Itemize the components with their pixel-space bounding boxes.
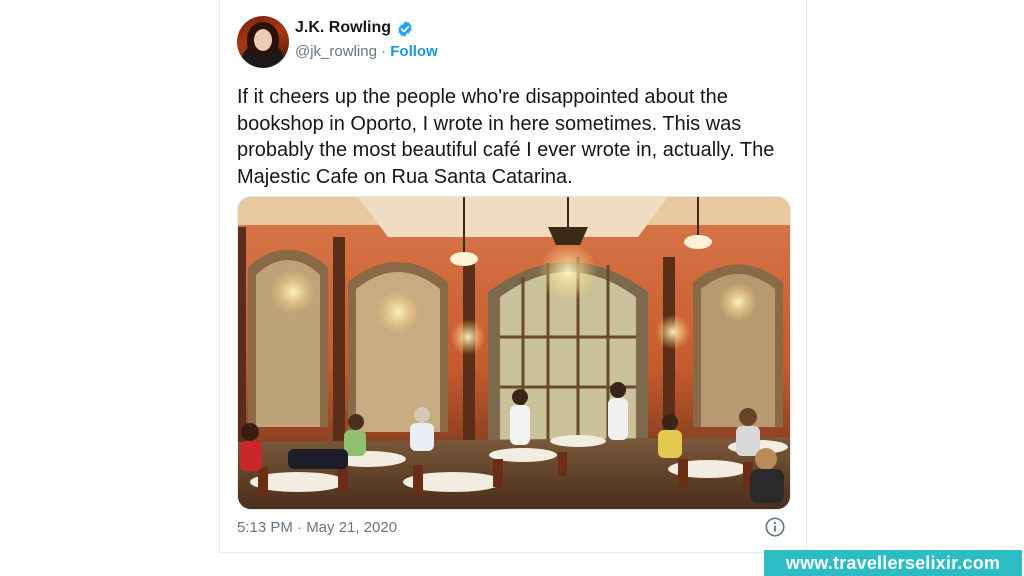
avatar-face — [254, 29, 272, 51]
tweet-photo[interactable] — [237, 196, 791, 510]
verified-badge-icon — [398, 21, 412, 37]
author-name[interactable]: J.K. Rowling — [295, 19, 391, 37]
author-handle[interactable]: @jk_rowling — [295, 43, 377, 60]
handle-separator: · — [381, 43, 387, 60]
info-icon[interactable] — [764, 516, 786, 538]
site-watermark: www.travellerselixir.com — [764, 550, 1022, 576]
tweet-timestamp[interactable]: 5:13 PM · May 21, 2020 — [237, 519, 397, 536]
author-avatar[interactable] — [237, 16, 289, 68]
cafe-interior-image — [238, 197, 790, 509]
tweet-text: If it cheers up the people who're disapp… — [237, 86, 775, 188]
follow-button[interactable]: Follow — [390, 43, 438, 60]
tweet-card: J.K. Rowling @jk_rowling · Follow If it … — [219, 0, 807, 553]
author-handle-row: @jk_rowling · Follow — [295, 43, 438, 60]
